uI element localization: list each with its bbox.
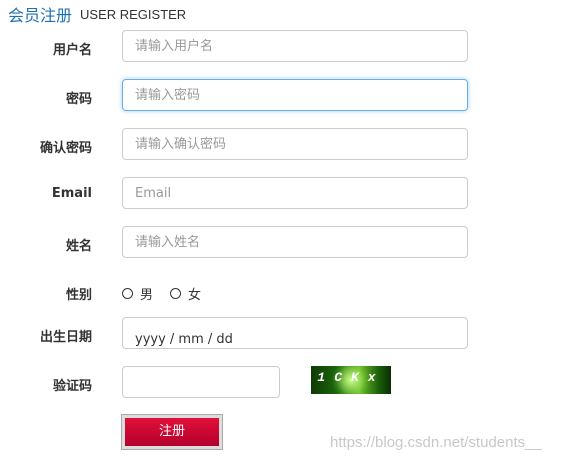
password-label: 密码	[65, 92, 92, 107]
radio-circle-icon[interactable]	[170, 287, 181, 299]
captcha-image[interactable]: 1CKx	[311, 366, 391, 394]
username-label: 用户名	[52, 43, 92, 58]
name-input[interactable]	[122, 226, 468, 258]
gender-radio-female[interactable]: 女	[170, 284, 202, 303]
gender-label: 性别	[65, 288, 92, 303]
watermark: https://blog.csdn.net/students__	[330, 434, 542, 451]
gender-radio-male[interactable]: 男	[122, 284, 154, 303]
radio-circle-icon[interactable]	[122, 287, 133, 299]
page-header: 会员注册 USER REGISTER	[8, 2, 187, 25]
name-label: 姓名	[65, 239, 92, 254]
register-button[interactable]: 注册	[121, 414, 223, 450]
confirm-password-input[interactable]	[122, 128, 468, 160]
email-input[interactable]	[122, 177, 468, 209]
password-input[interactable]	[122, 79, 468, 111]
captcha-label: 验证码	[52, 379, 92, 394]
email-label: Email	[51, 186, 92, 201]
page-title: 会员注册	[8, 6, 73, 25]
birthday-label: 出生日期	[39, 330, 92, 345]
page-subtitle: USER REGISTER	[80, 6, 187, 22]
captcha-input[interactable]	[122, 366, 280, 398]
gender-option-female-label: 女	[188, 287, 202, 303]
birthday-date-input[interactable]: yyyy / mm / dd	[122, 317, 468, 349]
confirm-password-label: 确认密码	[39, 141, 92, 156]
username-input[interactable]	[122, 30, 468, 62]
gender-option-male-label: 男	[140, 287, 154, 303]
captcha-image-text: 1CKx	[317, 370, 385, 385]
